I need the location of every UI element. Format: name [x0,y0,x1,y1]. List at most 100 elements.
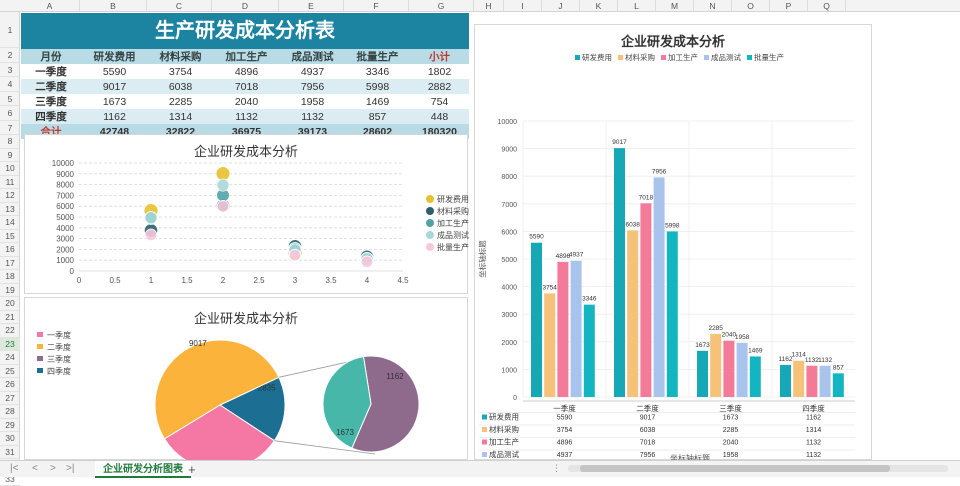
row-header-30[interactable]: 30 [0,432,20,446]
column-header-cell[interactable]: 成品测试 [280,49,345,64]
value-cell[interactable]: 1314 [148,109,213,124]
row-header-6[interactable]: 6 [0,106,20,121]
value-cell[interactable]: 9017 [81,79,148,94]
row-header-9[interactable]: 9 [0,149,20,163]
column-header-cell[interactable]: 月份 [21,49,81,64]
column-header-cell[interactable]: 加工生产 [213,49,280,64]
row-header-15[interactable]: 15 [0,230,20,244]
row-header-8[interactable]: 8 [0,135,20,149]
last-sheet-icon[interactable]: >| [66,463,74,474]
bar-chart[interactable]: 企业研发成本分析 研发费用材料采购加工生产成品测试批量生产01000200030… [474,24,872,460]
row-header-2[interactable]: 2 [0,48,20,63]
row-header-13[interactable]: 13 [0,203,20,217]
horizontal-scrollbar[interactable] [568,465,948,472]
row-header-1[interactable]: 1 [0,12,20,48]
column-header-c[interactable]: C [147,0,212,12]
value-cell[interactable]: 1469 [345,94,410,109]
row-header-23[interactable]: 23 [0,338,20,352]
value-cell[interactable]: 3346 [345,64,410,79]
value-cell[interactable]: 6038 [148,79,213,94]
column-header-o[interactable]: O [732,0,770,12]
value-cell[interactable]: 448 [410,109,469,124]
column-header-cell[interactable]: 材料采购 [148,49,213,64]
next-sheet-icon[interactable]: > [50,463,56,474]
column-header-q[interactable]: Q [808,0,846,12]
column-header-p[interactable]: P [770,0,808,12]
row-header-19[interactable]: 19 [0,284,20,298]
bar-table-legend-marker [482,427,487,432]
row-header-28[interactable]: 28 [0,405,20,419]
value-cell[interactable]: 1802 [410,64,469,79]
row-header-21[interactable]: 21 [0,311,20,325]
value-cell[interactable]: 2040 [213,94,280,109]
column-header-d[interactable]: D [212,0,279,12]
value-cell[interactable]: 1673 [81,94,148,109]
column-header-a[interactable]: A [20,0,80,12]
add-sheet-icon[interactable]: + [188,462,196,477]
row-header-17[interactable]: 17 [0,257,20,271]
column-header-g[interactable]: G [409,0,474,12]
value-cell[interactable]: 2882 [410,79,469,94]
row-header-11[interactable]: 11 [0,176,20,190]
value-cell[interactable]: 5998 [345,79,410,94]
row-header-16[interactable]: 16 [0,243,20,257]
column-header-j[interactable]: J [542,0,580,12]
row-header-7[interactable]: 7 [0,121,20,136]
sheet-tab-active[interactable]: 企业研发分析图表 [95,461,191,478]
tab-split-handle-icon[interactable]: ⋮ [552,463,561,474]
value-cell[interactable]: 1958 [280,94,345,109]
row-header-25[interactable]: 25 [0,365,20,379]
value-cell[interactable]: 4896 [213,64,280,79]
value-cell[interactable]: 3754 [148,64,213,79]
value-cell[interactable]: 857 [345,109,410,124]
row-header-24[interactable]: 24 [0,351,20,365]
scatter-chart[interactable]: 企业研发成本分析 0100020003000400050006000700080… [24,134,468,294]
row-header-12[interactable]: 12 [0,189,20,203]
value-cell[interactable]: 4937 [280,64,345,79]
row-header-29[interactable]: 29 [0,419,20,433]
row-label-cell[interactable]: 一季度 [21,64,81,79]
row-header-3[interactable]: 3 [0,63,20,78]
column-header-i[interactable]: I [504,0,542,12]
row-header-31[interactable]: 31 [0,446,20,460]
horizontal-scroll-thumb[interactable] [580,465,890,472]
row-header-18[interactable]: 18 [0,270,20,284]
column-header-k[interactable]: K [580,0,618,12]
column-header-n[interactable]: N [694,0,732,12]
value-cell[interactable]: 1132 [280,109,345,124]
value-cell[interactable]: 5590 [81,64,148,79]
value-cell[interactable]: 7956 [280,79,345,94]
row-label-cell[interactable]: 二季度 [21,79,81,94]
column-header-cell[interactable]: 研发费用 [81,49,148,64]
value-cell[interactable]: 2285 [148,94,213,109]
value-cell[interactable]: 754 [410,94,469,109]
first-sheet-icon[interactable]: |< [10,463,18,474]
row-header-20[interactable]: 20 [0,297,20,311]
value-cell[interactable]: 1132 [213,109,280,124]
row-label-cell[interactable]: 三季度 [21,94,81,109]
bar-data-label: 1469 [748,347,763,354]
row-header-26[interactable]: 26 [0,378,20,392]
scatter-legend-label: 研发费用 [437,194,469,204]
column-header-f[interactable]: F [344,0,409,12]
row-label-cell[interactable]: 四季度 [21,109,81,124]
row-header-4[interactable]: 4 [0,77,20,92]
column-header-cell[interactable]: 批量生产 [345,49,410,64]
column-header-l[interactable]: L [618,0,656,12]
bar [640,203,651,397]
value-cell[interactable]: 7018 [213,79,280,94]
row-header-22[interactable]: 22 [0,324,20,338]
bar [737,343,748,397]
row-header-10[interactable]: 10 [0,162,20,176]
column-header-b[interactable]: B [80,0,147,12]
prev-sheet-icon[interactable]: < [32,463,38,474]
column-header-h[interactable]: H [474,0,504,12]
pie-chart[interactable]: 企业研发成本分析 一季度二季度三季度四季度2835559090171673116… [24,297,468,460]
row-header-27[interactable]: 27 [0,392,20,406]
row-header-5[interactable]: 5 [0,92,20,107]
column-header-m[interactable]: M [656,0,694,12]
column-header-cell[interactable]: 小计 [410,49,469,64]
column-header-e[interactable]: E [279,0,344,12]
value-cell[interactable]: 1162 [81,109,148,124]
row-header-14[interactable]: 14 [0,216,20,230]
